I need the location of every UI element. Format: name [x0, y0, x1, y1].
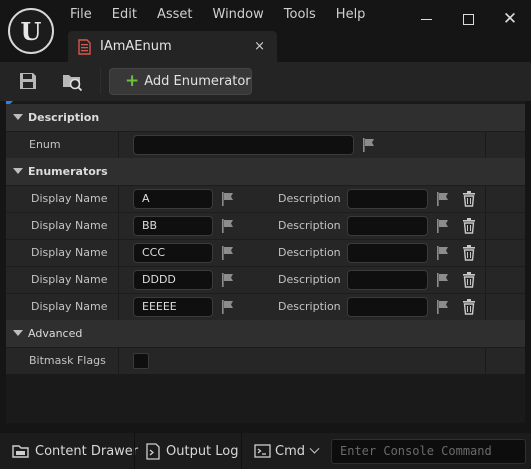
display-name-label: Display Name	[31, 273, 108, 286]
property-row-enum-description: Enum Description	[6, 131, 525, 177]
localization-flag-icon[interactable]	[436, 273, 449, 287]
tab-iamaenum[interactable]: IAmAEnum ×	[68, 31, 277, 62]
add-enumerator-button[interactable]: + Add Enumerator	[109, 68, 252, 95]
content-drawer-label: Content Drawer	[35, 443, 139, 459]
localization-flag-icon[interactable]	[436, 246, 449, 260]
category-label: Enumerators	[28, 165, 108, 178]
localization-flag-icon[interactable]	[221, 246, 234, 260]
enumerator-row: Display Name A Description	[6, 185, 525, 212]
display-name-label: Display Name	[31, 246, 108, 259]
console-command-input[interactable]: Enter Console Command	[331, 439, 526, 464]
output-log-label: Output Log	[166, 443, 239, 459]
close-window-button[interactable]: ✕	[489, 0, 531, 38]
menu-file[interactable]: File	[62, 4, 100, 26]
category-advanced[interactable]: Advanced	[6, 320, 525, 347]
delete-trash-icon[interactable]	[462, 272, 476, 288]
menu-asset[interactable]: Asset	[149, 4, 201, 26]
localization-flag-icon[interactable]	[221, 192, 234, 206]
description-input[interactable]	[347, 297, 428, 317]
delete-trash-icon[interactable]	[462, 299, 476, 315]
display-name-label: Display Name	[31, 219, 108, 232]
collapse-arrow-icon	[13, 330, 23, 336]
cmd-dropdown[interactable]: Cmd	[254, 433, 320, 469]
minimize-icon	[420, 18, 432, 20]
description-input[interactable]	[347, 270, 428, 290]
localization-flag-icon[interactable]	[436, 300, 449, 314]
enumerator-row: Display Name CCC Description	[6, 239, 525, 266]
menu-help[interactable]: Help	[328, 4, 374, 26]
menu-edit[interactable]: Edit	[104, 4, 145, 26]
localization-flag-icon[interactable]	[221, 219, 234, 233]
property-label: Bitmask Flags	[29, 354, 106, 367]
display-name-label: Display Name	[31, 192, 108, 205]
menu-window[interactable]: Window	[205, 4, 272, 26]
delete-trash-icon[interactable]	[462, 218, 476, 234]
add-enumerator-label: Add Enumerator	[144, 74, 251, 89]
description-label: Description	[278, 273, 341, 286]
localization-flag-icon[interactable]	[221, 273, 234, 287]
content-drawer-button[interactable]: Content Drawer	[12, 433, 138, 469]
window-controls: ✕	[405, 0, 531, 38]
localization-flag-icon[interactable]	[436, 192, 449, 206]
description-label: Description	[278, 300, 341, 313]
chevron-down-icon	[309, 443, 320, 454]
description-input[interactable]	[347, 189, 428, 209]
status-bar: Content Drawer Output Log Cmd Enter Cons…	[0, 433, 531, 469]
display-name-input[interactable]: DDDD	[133, 270, 213, 290]
maximize-icon	[462, 13, 474, 25]
display-name-input[interactable]: EEEEE	[133, 297, 213, 317]
display-name-input[interactable]: BB	[133, 216, 213, 236]
bitmask-flags-checkbox[interactable]	[133, 353, 149, 369]
category-enumerators[interactable]: Enumerators	[6, 158, 525, 185]
collapse-arrow-icon	[13, 168, 23, 174]
description-label: Description	[278, 246, 341, 259]
enum-asset-icon	[78, 38, 91, 55]
console-icon	[254, 444, 271, 458]
maximize-button[interactable]	[447, 0, 489, 38]
category-label: Description	[28, 111, 100, 124]
browse-icon[interactable]	[61, 70, 83, 92]
menu-tools[interactable]: Tools	[276, 4, 324, 26]
collapse-arrow-icon	[13, 114, 23, 120]
display-name-input[interactable]: A	[133, 189, 213, 209]
tab-close-button[interactable]: ×	[254, 39, 265, 54]
output-log-button[interactable]: Output Log	[146, 433, 239, 469]
description-input[interactable]	[347, 216, 428, 236]
enumerator-row: Display Name BB Description	[6, 212, 525, 239]
property-row-bitmask-flags: Bitmask Flags	[6, 347, 525, 374]
output-log-icon	[146, 442, 160, 460]
category-description[interactable]: Description	[6, 104, 525, 131]
title-bar: U File Edit Asset Window Tools Help ✕ IA…	[0, 0, 531, 62]
display-name-label: Display Name	[31, 300, 108, 313]
description-label: Description	[278, 219, 341, 232]
cmd-label: Cmd	[275, 443, 305, 459]
save-icon[interactable]	[17, 70, 39, 92]
localization-flag-icon[interactable]	[436, 219, 449, 233]
enumerator-row: Display Name DDDD Description	[6, 266, 525, 293]
description-label: Description	[278, 192, 341, 205]
menu-bar: File Edit Asset Window Tools Help	[62, 4, 377, 26]
toolbar: + Add Enumerator	[0, 62, 531, 101]
delete-trash-icon[interactable]	[462, 245, 476, 261]
toolbar-separator	[100, 68, 101, 94]
category-label: Advanced	[28, 327, 83, 340]
localization-flag-icon[interactable]	[362, 138, 375, 152]
content-drawer-icon	[12, 445, 29, 458]
description-input[interactable]	[347, 243, 428, 263]
tab-label: IAmAEnum	[100, 39, 172, 54]
close-icon: ✕	[502, 8, 518, 29]
display-name-input[interactable]: CCC	[133, 243, 213, 263]
details-panel: Description Enum Description Enumerators…	[6, 101, 525, 423]
localization-flag-icon[interactable]	[221, 300, 234, 314]
enumerator-row: Display Name EEEEE Description	[6, 293, 525, 320]
delete-trash-icon[interactable]	[462, 191, 476, 207]
enum-description-input[interactable]	[133, 135, 354, 155]
minimize-button[interactable]	[405, 0, 447, 38]
plus-icon: +	[125, 71, 140, 91]
unreal-logo-icon[interactable]: U	[8, 8, 54, 54]
